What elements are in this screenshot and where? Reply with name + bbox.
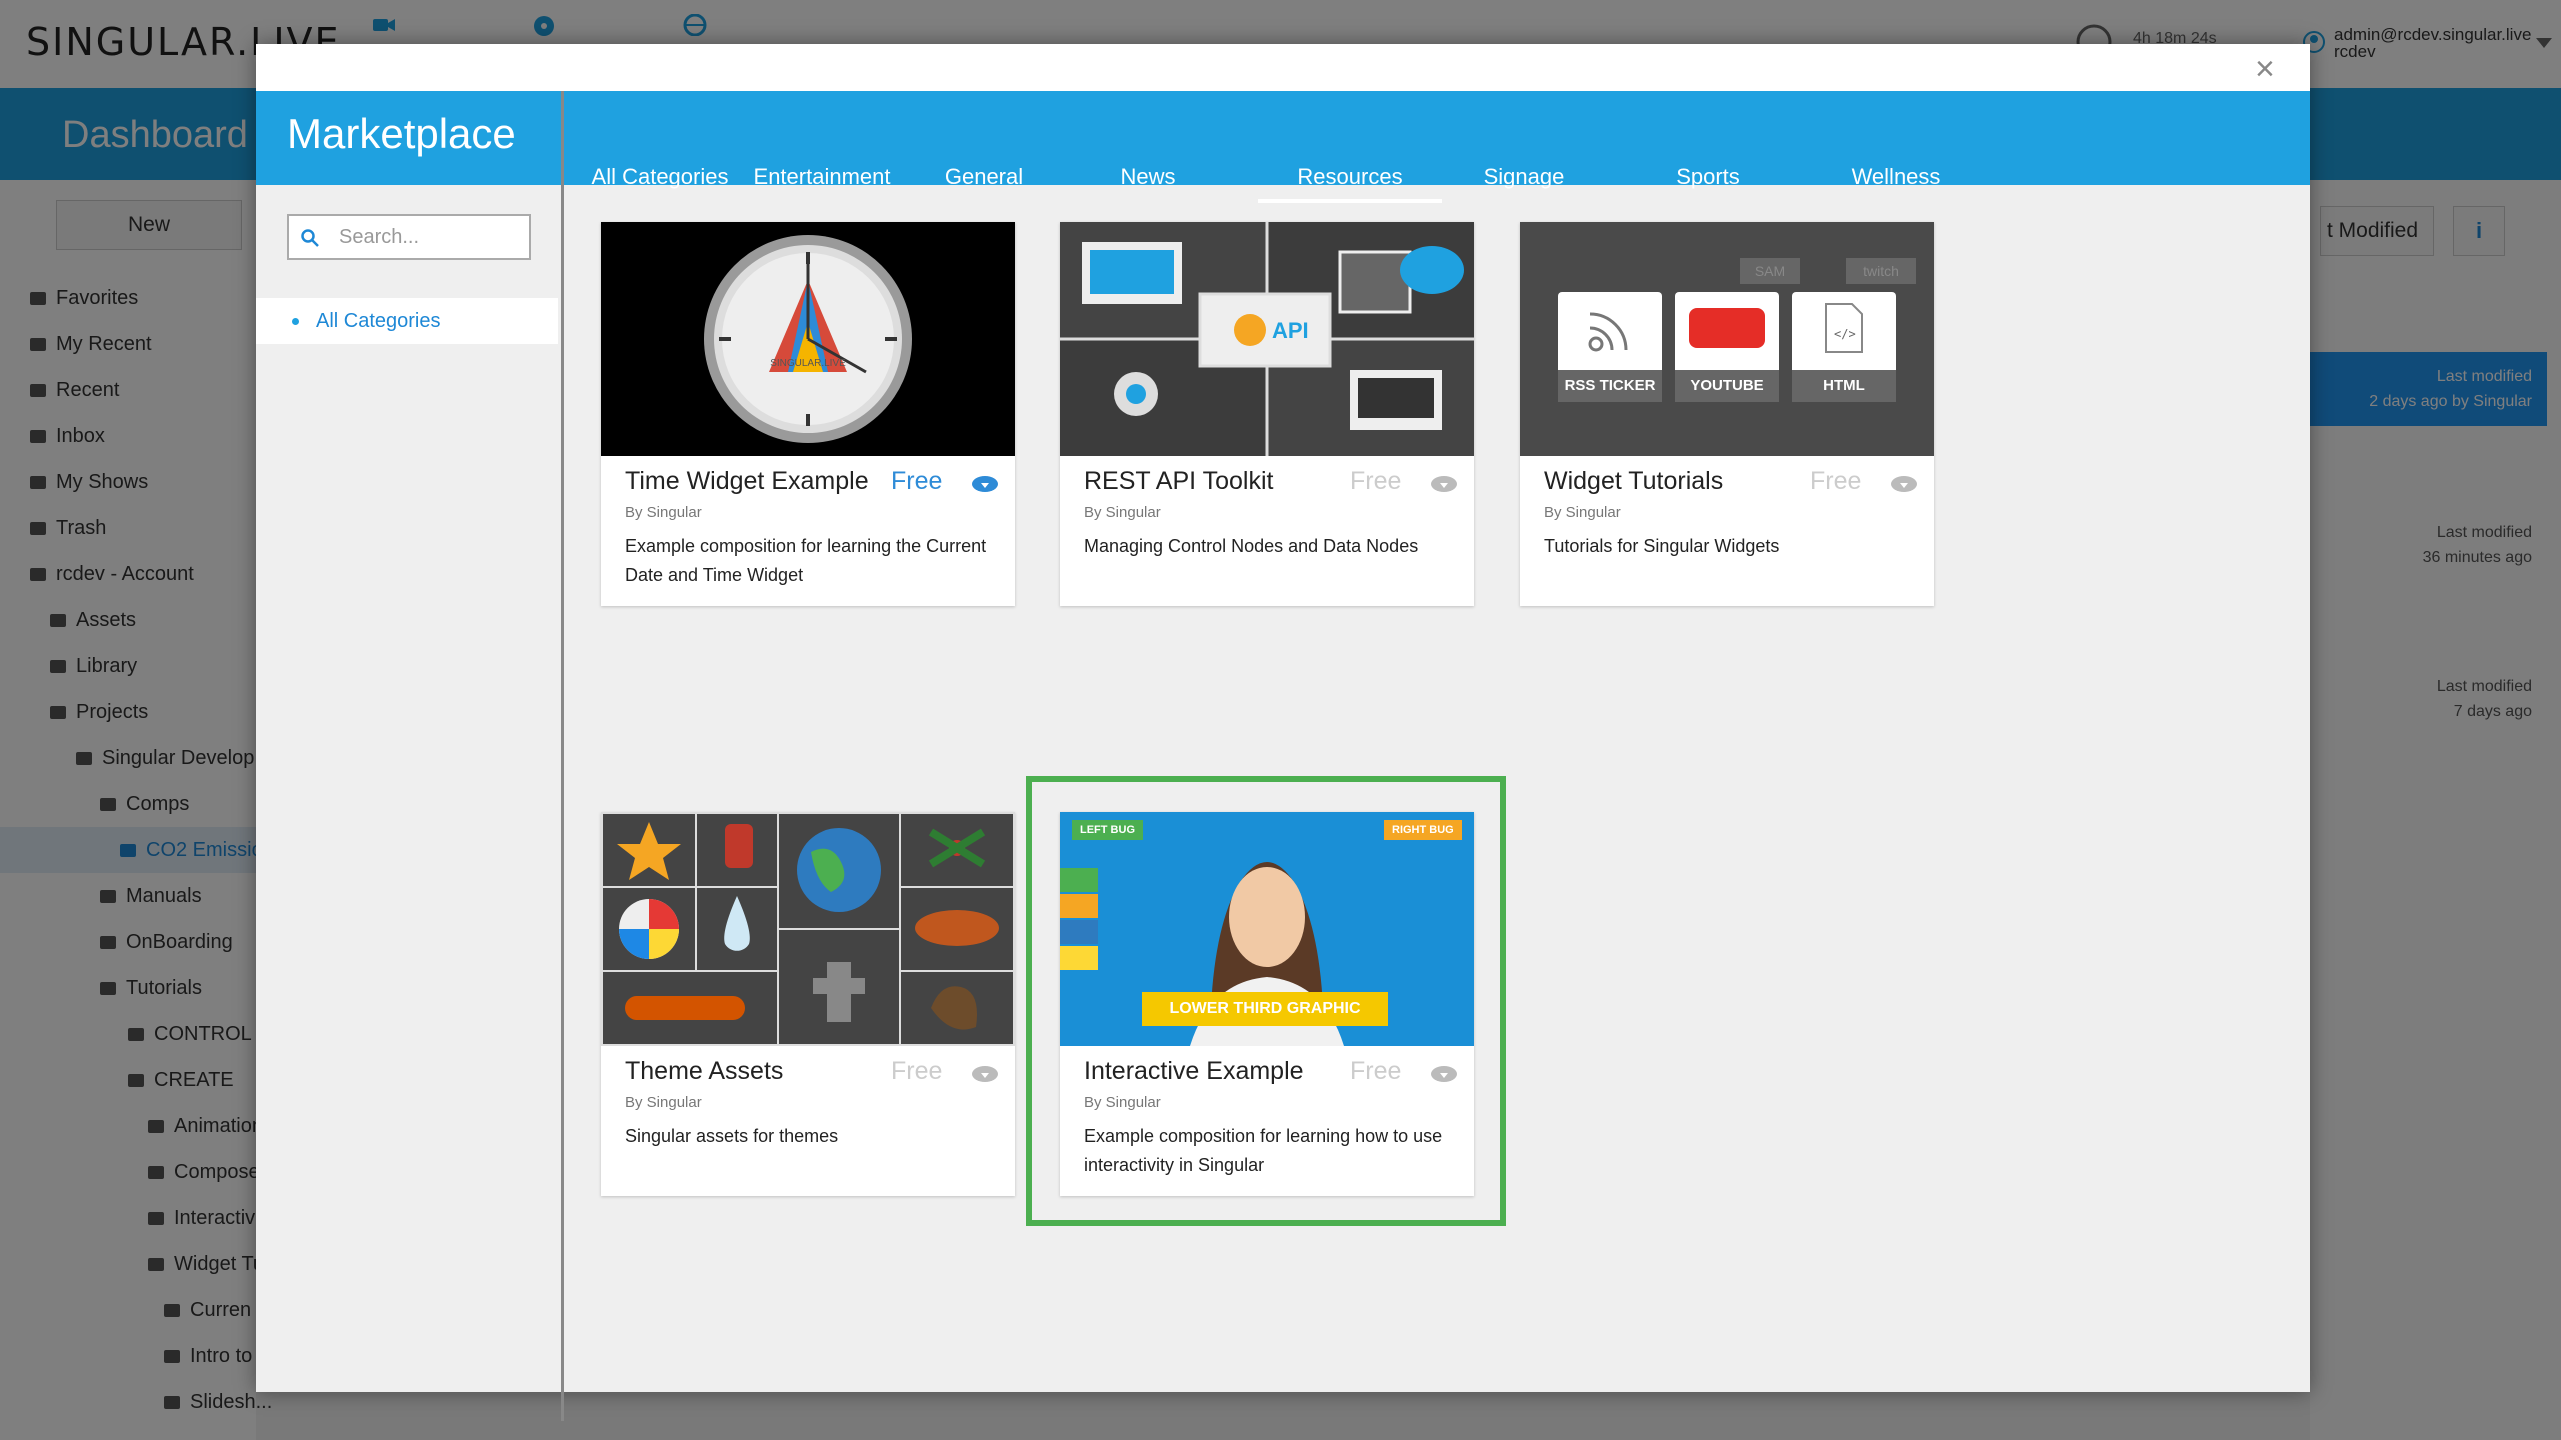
theme-assets-grid — [603, 814, 1013, 1044]
close-icon[interactable]: × — [2255, 52, 2275, 86]
cloud-download-icon[interactable] — [971, 474, 999, 492]
html-file-icon: </> — [1825, 303, 1863, 353]
card-author: By Singular — [625, 504, 702, 521]
card-thumbnail: SINGULAR.LIVE — [601, 222, 1015, 456]
highlight-box — [1026, 776, 1506, 1226]
thumbnail-label: YOUTUBE — [1675, 370, 1779, 402]
search-placeholder: Search... — [339, 226, 420, 248]
card-price[interactable]: Free — [1810, 467, 1870, 496]
marketplace-sidebar — [256, 185, 562, 1392]
thumbnail-label: twitch — [1846, 258, 1916, 284]
card-thumbnail: API — [1060, 222, 1474, 456]
card-author: By Singular — [625, 1094, 702, 1111]
html-tile: </> HTML — [1792, 292, 1896, 402]
card-theme-assets[interactable]: Theme Assets Free By Singular Singular a… — [601, 812, 1015, 1196]
youtube-icon — [1689, 308, 1765, 348]
card-description: Tutorials for Singular Widgets — [1544, 536, 1780, 556]
api-network-icon: API — [1060, 222, 1474, 456]
cloud-download-icon[interactable] — [1430, 474, 1458, 492]
svg-text:API: API — [1272, 318, 1309, 343]
card-description: Singular assets for themes — [625, 1126, 839, 1146]
marketplace-title: Marketplace — [287, 110, 516, 157]
thumbnail-logo-text: SINGULAR.LIVE — [770, 358, 846, 369]
card-title: Time Widget Example — [625, 467, 869, 495]
category-tabs: All Categories Entertainment General New… — [564, 91, 2310, 203]
card-description: Example composition for learning the Cur… — [625, 536, 987, 585]
tab-general[interactable]: General — [924, 151, 1044, 203]
card-thumbnail: SAM twitch RSS TICKER YOUTUBE </> HTML — [1520, 222, 1934, 456]
card-price[interactable]: Free — [891, 1057, 951, 1086]
cloud-download-icon[interactable] — [1890, 474, 1918, 492]
modal-header: × — [256, 44, 2310, 91]
bullet-icon — [292, 318, 299, 325]
card-author: By Singular — [1544, 504, 1621, 521]
card-title: Widget Tutorials — [1544, 467, 1724, 495]
youtube-tile: YOUTUBE — [1675, 292, 1779, 402]
card-author: By Singular — [1084, 504, 1161, 521]
sidebar-category-label: All Categories — [316, 310, 441, 332]
thumbnail-label: HTML — [1792, 370, 1896, 402]
rss-icon — [1588, 312, 1628, 352]
tab-signage[interactable]: Signage — [1470, 151, 1578, 203]
tab-news[interactable]: News — [1098, 151, 1198, 203]
tab-all-categories[interactable]: All Categories — [588, 151, 732, 203]
tab-wellness[interactable]: Wellness — [1834, 151, 1958, 203]
clock-icon — [704, 235, 912, 443]
sidebar-category-all[interactable]: All Categories — [256, 298, 558, 344]
card-price[interactable]: Free — [1350, 467, 1410, 496]
tab-sports[interactable]: Sports — [1658, 151, 1758, 203]
search-icon — [301, 229, 319, 247]
card-price[interactable]: Free — [891, 467, 951, 496]
card-title: REST API Toolkit — [1084, 467, 1274, 495]
tab-entertainment[interactable]: Entertainment — [746, 151, 898, 203]
rss-tile: RSS TICKER — [1558, 292, 1662, 402]
card-rest-api-toolkit[interactable]: API REST API Toolkit Free By Singular Ma… — [1060, 222, 1474, 606]
svg-text:</>: </> — [1834, 327, 1856, 341]
thumbnail-label: RSS TICKER — [1558, 370, 1662, 402]
card-widget-tutorials[interactable]: SAM twitch RSS TICKER YOUTUBE </> HTML W… — [1520, 222, 1934, 606]
card-description: Managing Control Nodes and Data Nodes — [1084, 536, 1419, 556]
search-input[interactable]: Search... — [287, 214, 531, 260]
thumbnail-label: SAM — [1740, 258, 1800, 284]
tab-resources[interactable]: Resources — [1258, 151, 1442, 203]
card-time-widget-example[interactable]: SINGULAR.LIVE Time Widget Example Free B… — [601, 222, 1015, 606]
card-thumbnail — [601, 812, 1015, 1046]
card-title: Theme Assets — [625, 1057, 784, 1085]
cloud-download-icon[interactable] — [971, 1064, 999, 1082]
sidebar-divider — [561, 91, 564, 1421]
